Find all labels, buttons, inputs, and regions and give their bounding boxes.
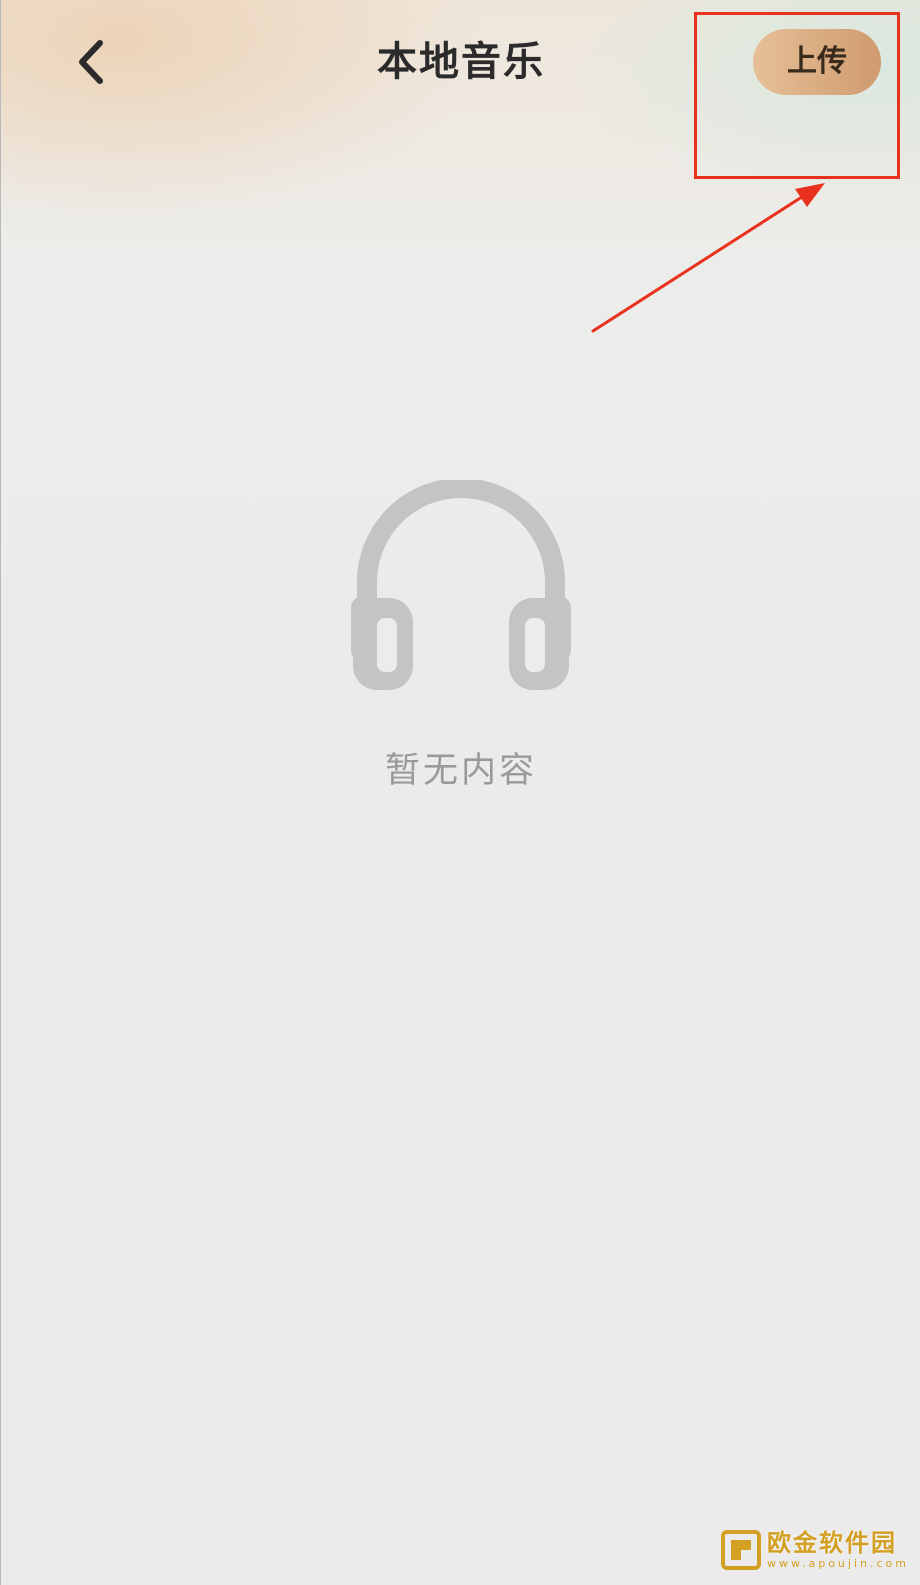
watermark-url: www.apoujin.com	[767, 1557, 909, 1570]
watermark-title: 欧金软件园	[767, 1529, 897, 1557]
watermark: 欧金软件园 www.apoujin.com	[721, 1520, 911, 1580]
screen: 本地音乐 上传 暂无内容 欧金软件园 www.apoujin.com	[0, 0, 920, 1585]
back-button[interactable]	[61, 30, 121, 94]
headphones-icon	[351, 480, 571, 690]
empty-state-message: 暂无内容	[384, 751, 537, 791]
annotation-highlight-box	[694, 12, 900, 179]
annotation-arrow	[591, 183, 825, 333]
chevron-left-icon	[79, 40, 103, 84]
watermark-text: 欧金软件园 www.apoujin.com	[767, 1529, 909, 1571]
page-title: 本地音乐	[377, 39, 545, 85]
logo-icon	[721, 1530, 761, 1570]
